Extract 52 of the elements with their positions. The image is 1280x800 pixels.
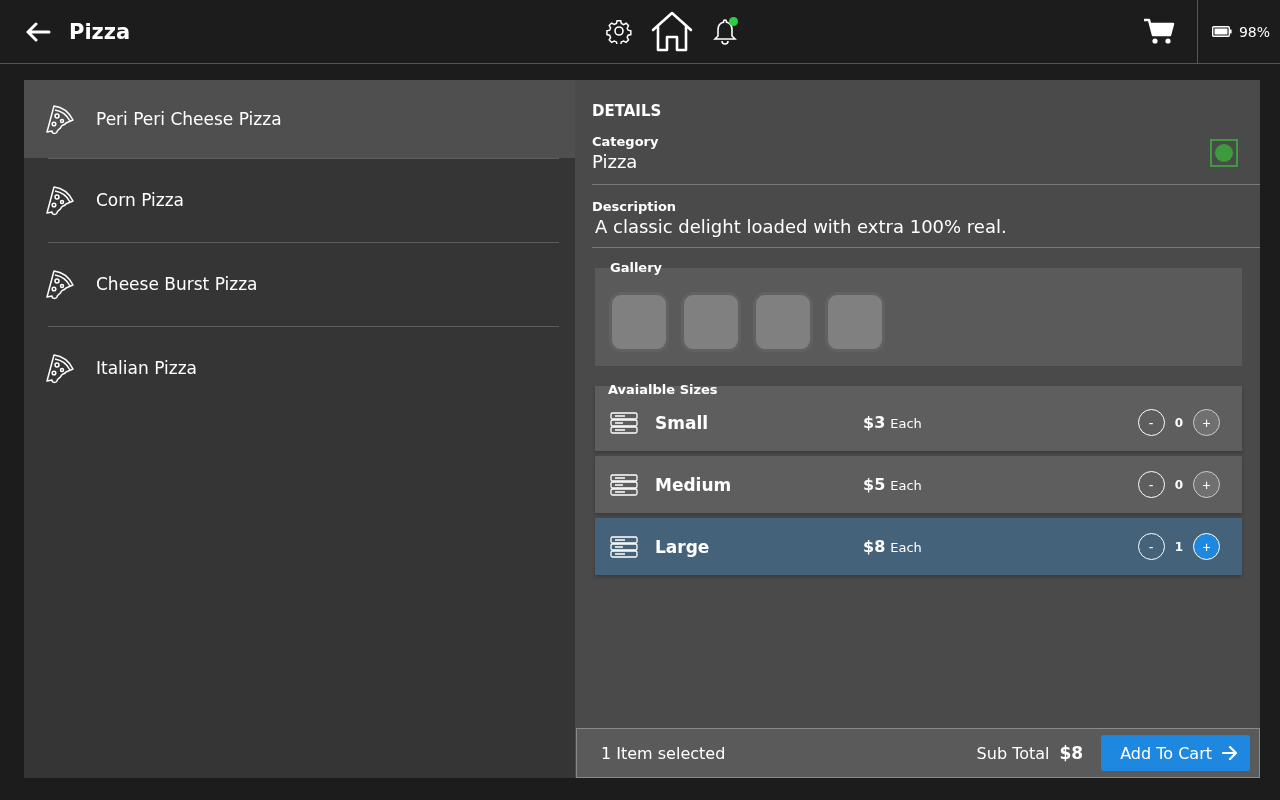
price-unit: Each	[890, 416, 922, 431]
description-text: A classic delight loaded with extra 100% real.	[594, 216, 1008, 237]
size-price: $5	[863, 475, 886, 494]
quantity-value: 1	[1174, 539, 1183, 554]
menu-item[interactable]: Cheese Burst Pizza	[24, 242, 575, 326]
gallery-thumbnail[interactable]	[609, 292, 669, 352]
category-value: Pizza	[592, 151, 639, 172]
size-name: Large	[655, 536, 711, 557]
veg-indicator-icon	[1210, 139, 1238, 167]
pizza-slice-icon	[44, 184, 76, 216]
page-title: Pizza	[69, 19, 131, 44]
menu-item[interactable]: Peri Peri Cheese Pizza	[24, 80, 575, 158]
pizza-slice-icon	[44, 103, 76, 135]
arrow-right-icon	[1222, 746, 1238, 760]
description-label: Description	[592, 199, 678, 214]
pizza-slice-icon	[44, 352, 76, 384]
gallery-label: Gallery	[610, 260, 663, 275]
subtotal-value: $8	[1059, 743, 1084, 763]
quantity-value: 0	[1174, 477, 1183, 492]
pizza-box-stack-icon	[609, 534, 639, 559]
menu-item[interactable]: Italian Pizza	[24, 326, 575, 410]
pizza-slice-icon	[44, 268, 76, 300]
price-unit: Each	[890, 540, 922, 555]
size-row[interactable]: Large $8 Each - 1 +	[595, 518, 1242, 575]
increase-button[interactable]: +	[1193, 471, 1220, 498]
settings-icon[interactable]	[606, 18, 632, 44]
gallery-thumbnail[interactable]	[681, 292, 741, 352]
gallery-thumbnail[interactable]	[753, 292, 813, 352]
cart-icon[interactable]	[1142, 17, 1175, 46]
price-unit: Each	[890, 478, 922, 493]
pizza-box-stack-icon	[609, 410, 639, 435]
size-name: Medium	[655, 474, 733, 495]
notification-bell-icon[interactable]	[712, 17, 738, 45]
size-price: $3	[863, 413, 886, 432]
size-row[interactable]: Medium $5 Each - 0 +	[595, 456, 1242, 513]
back-arrow-icon[interactable]	[25, 21, 51, 42]
menu-item[interactable]: Corn Pizza	[24, 158, 575, 242]
battery-level: 98%	[1238, 23, 1270, 40]
subtotal-label: Sub Total	[976, 744, 1050, 763]
category-label: Category	[592, 134, 659, 149]
pizza-box-stack-icon	[609, 472, 639, 497]
gallery-thumbnail[interactable]	[825, 292, 885, 352]
increase-button[interactable]: +	[1193, 409, 1220, 436]
increase-button[interactable]: +	[1193, 533, 1220, 560]
battery-icon	[1211, 26, 1232, 37]
quantity-value: 0	[1174, 415, 1183, 430]
size-name: Small	[655, 412, 710, 433]
home-icon[interactable]	[650, 10, 694, 52]
selection-count: 1 Item selected	[601, 743, 726, 763]
add-to-cart-button[interactable]: Add To Cart	[1101, 735, 1250, 771]
size-price: $8	[863, 537, 886, 556]
details-heading: DETAILS	[592, 102, 663, 120]
